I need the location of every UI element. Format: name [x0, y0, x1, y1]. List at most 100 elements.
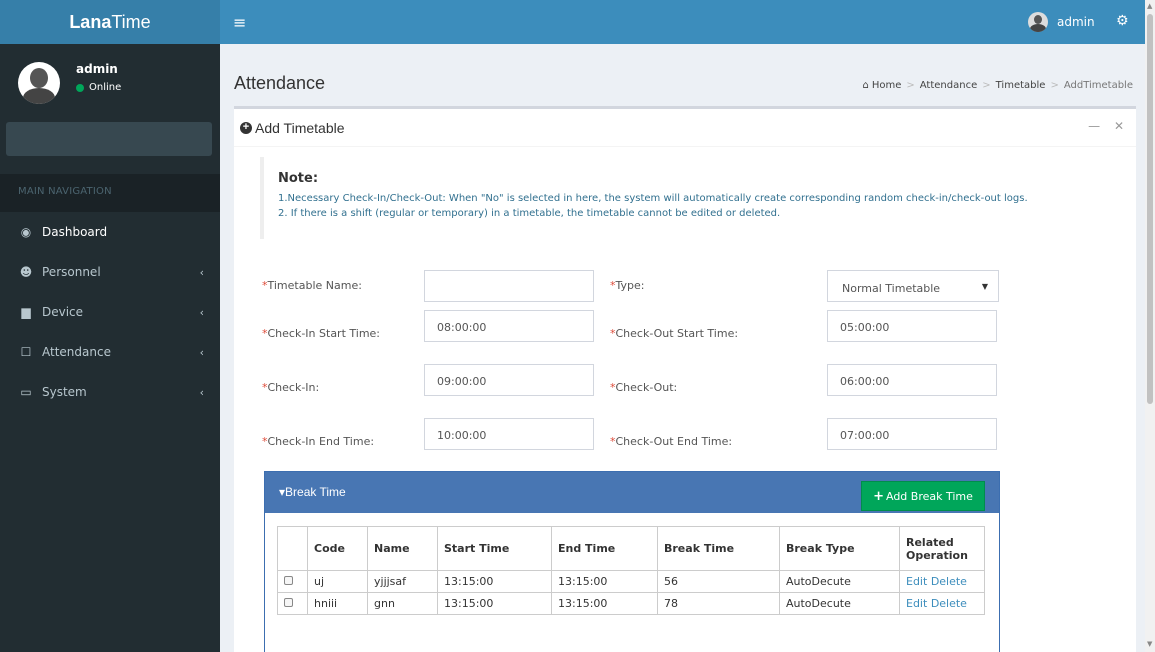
checkout-start-field[interactable]: 05:00:00: [827, 310, 997, 342]
delete-link[interactable]: Delete: [931, 575, 967, 588]
table-row: hniii gnn 13:15:00 13:15:00 78 AutoDecut…: [277, 592, 985, 615]
add-timetable-box: + Add Timetable — ✕ Note: 1.Necessary Ch…: [234, 106, 1136, 652]
breadcrumb-home[interactable]: Home: [872, 80, 902, 91]
nav-header: MAIN NAVIGATION: [0, 174, 220, 212]
sidebar-item-personnel[interactable]: ☻ Personnel ‹: [0, 252, 220, 292]
break-time-panel-header[interactable]: ▾Break Time + Add Break Time: [265, 472, 999, 513]
checkout-field[interactable]: 06:00:00: [827, 364, 997, 396]
sidebar-item-dashboard[interactable]: ◉ Dashboard: [0, 212, 220, 252]
checkin-start-field[interactable]: 08:00:00: [424, 310, 594, 342]
breadcrumb-separator: >: [982, 80, 991, 91]
sidebar-user-name: admin: [76, 62, 118, 76]
sidebar-item-label: System: [42, 385, 87, 399]
breadcrumb-attendance[interactable]: Attendance: [920, 80, 977, 91]
sidebar-item-system[interactable]: ▭ System ‹: [0, 372, 220, 412]
type-select[interactable]: Normal Timetable ▼: [827, 270, 999, 302]
column-header-related-operation: Related Operation: [899, 526, 985, 571]
cell-operation: Edit Delete: [899, 570, 985, 593]
column-header-code[interactable]: Code: [307, 526, 368, 571]
scrollbar-thumb[interactable]: [1147, 14, 1153, 404]
menu-toggle-icon[interactable]: ≡: [233, 13, 246, 32]
chevron-left-icon: ‹: [199, 265, 204, 279]
box-title: Add Timetable: [255, 119, 345, 136]
cell-break-type: AutoDecute: [779, 570, 900, 593]
sidebar-item-attendance[interactable]: ☐ Attendance ‹: [0, 332, 220, 372]
checkin-end-field[interactable]: 10:00:00: [424, 418, 594, 450]
plus-circle-icon: +: [240, 121, 252, 134]
top-navbar: ≡ admin ⚙: [220, 0, 1145, 44]
column-header-end-time[interactable]: End Time: [551, 526, 658, 571]
sidebar-item-label: Dashboard: [42, 225, 108, 239]
cell-break-time: 56: [657, 570, 780, 593]
device-icon: ▆: [21, 305, 31, 319]
cell-code: uj: [307, 570, 368, 593]
sidebar-item-label: Device: [42, 305, 84, 319]
add-break-time-label: Add Break Time: [885, 489, 973, 503]
avatar: [18, 62, 60, 104]
sidebar-item-label: Attendance: [42, 345, 111, 359]
timetable-name-field[interactable]: [424, 270, 594, 302]
user-status: Online: [76, 82, 121, 93]
checkin-start-label: *Check-In Start Time:: [262, 327, 381, 340]
checkin-field[interactable]: 09:00:00: [424, 364, 594, 396]
breadcrumb-separator: >: [1050, 80, 1059, 91]
box-header: + Add Timetable: [234, 109, 1136, 147]
cell-end-time: 13:15:00: [551, 570, 658, 593]
sidebar-item-device[interactable]: ▆ Device ‹: [0, 292, 220, 332]
cell-operation: Edit Delete: [899, 592, 985, 615]
header-user-name[interactable]: admin: [1057, 15, 1095, 29]
page-scrollbar[interactable]: ▲ ▼: [1145, 0, 1155, 652]
box-tools: — ✕: [1078, 119, 1124, 133]
break-time-table: Code Name Start Time End Time Break Time…: [277, 526, 985, 615]
note-line-1: 1.Necessary Check-In/Check-Out: When "No…: [278, 193, 1028, 204]
cell-name: gnn: [367, 592, 438, 615]
dashboard-icon: ◉: [20, 225, 32, 239]
note-callout: Note: 1.Necessary Check-In/Check-Out: Wh…: [260, 157, 1120, 239]
user-panel: admin Online: [0, 44, 220, 116]
row-checkbox[interactable]: [284, 576, 293, 585]
logo-rest: Time: [111, 11, 151, 32]
column-header-start-time[interactable]: Start Time: [437, 526, 552, 571]
app-logo[interactable]: Lana Time: [0, 0, 220, 44]
sidebar-search-input[interactable]: [6, 122, 212, 156]
checkin-label: *Check-In:: [262, 381, 320, 394]
type-selected-value: Normal Timetable: [842, 282, 941, 295]
close-icon[interactable]: ✕: [1114, 119, 1124, 133]
note-title: Note:: [278, 171, 319, 186]
gears-icon[interactable]: ⚙: [1116, 13, 1129, 29]
collapse-icon[interactable]: —: [1088, 119, 1100, 133]
checkin-end-label: *Check-In End Time:: [262, 435, 375, 448]
breadcrumb: ⌂ Home > Attendance > Timetable > AddTim…: [862, 80, 1133, 91]
cell-start-time: 13:15:00: [437, 592, 552, 615]
break-time-panel: ▾Break Time + Add Break Time Code Name S…: [264, 471, 1000, 652]
plus-icon: +: [873, 488, 884, 504]
cell-break-time: 78: [657, 592, 780, 615]
cell-start-time: 13:15:00: [437, 570, 552, 593]
scroll-down-icon[interactable]: ▼: [1147, 640, 1152, 648]
note-line-2: 2. If there is a shift (regular or tempo…: [278, 208, 781, 219]
edit-link[interactable]: Edit: [906, 575, 927, 588]
checkbox-column-header: [277, 526, 308, 571]
online-status-icon: [76, 83, 84, 92]
cell-end-time: 13:15:00: [551, 592, 658, 615]
column-header-break-type[interactable]: Break Type: [779, 526, 900, 571]
cell-name: yjjjsaf: [367, 570, 438, 593]
column-header-break-time[interactable]: Break Time: [657, 526, 780, 571]
checkout-label: *Check-Out:: [610, 381, 678, 394]
sidebar: Lana Time admin Online MAIN NAVIGATION ◉ …: [0, 0, 220, 652]
column-header-name[interactable]: Name: [367, 526, 438, 571]
add-break-time-button[interactable]: + Add Break Time: [861, 481, 985, 511]
edit-link[interactable]: Edit: [906, 597, 927, 610]
cell-code: hniii: [307, 592, 368, 615]
header-avatar[interactable]: [1028, 12, 1048, 32]
row-checkbox[interactable]: [284, 598, 293, 607]
delete-link[interactable]: Delete: [931, 597, 967, 610]
break-time-title[interactable]: ▾Break Time: [279, 485, 346, 499]
checkout-end-field[interactable]: 07:00:00: [827, 418, 997, 450]
breadcrumb-current: AddTimetable: [1063, 80, 1133, 91]
user-status-label: Online: [89, 82, 122, 93]
chevron-left-icon: ‹: [199, 305, 204, 319]
breadcrumb-timetable[interactable]: Timetable: [996, 80, 1046, 91]
scroll-up-icon[interactable]: ▲: [1147, 2, 1152, 10]
attendance-icon: ☐: [20, 345, 32, 359]
